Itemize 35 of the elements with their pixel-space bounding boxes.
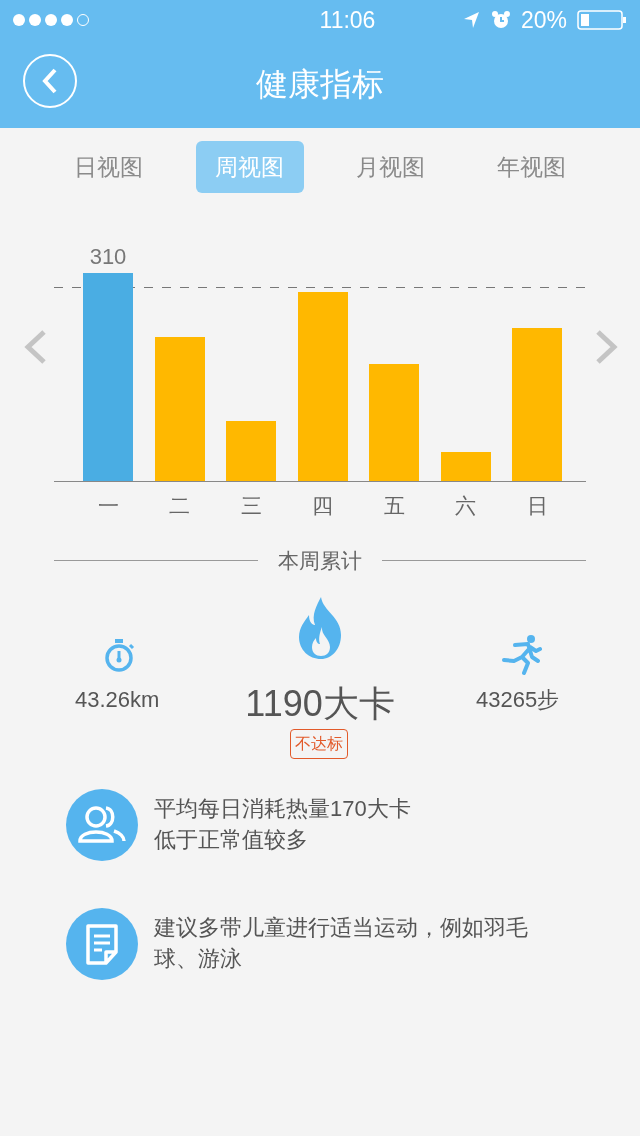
day-label: 六 bbox=[454, 493, 477, 519]
section-heading: 本周累计 bbox=[277, 548, 363, 574]
document-icon bbox=[66, 907, 138, 980]
view-tab[interactable]: 月视图 bbox=[336, 141, 445, 193]
battery-percent: 20% bbox=[520, 5, 567, 35]
calories-value: 1190大卡 bbox=[245, 681, 395, 726]
day-label: 五 bbox=[382, 493, 406, 519]
running-person-icon bbox=[502, 634, 542, 675]
page-title: 健康指标 bbox=[256, 65, 384, 104]
day-label: 一 bbox=[96, 493, 120, 519]
bar-value-label: 310 bbox=[88, 243, 128, 271]
next-week-button[interactable] bbox=[594, 330, 618, 364]
day-label: 日 bbox=[525, 493, 549, 519]
chevron-right-icon bbox=[594, 330, 618, 364]
tip-text: 建议多带儿童进行适当运动，例如羽毛球、游泳 bbox=[154, 913, 529, 973]
alarm-clock-icon bbox=[490, 10, 511, 30]
flame-icon bbox=[297, 596, 343, 659]
chevron-left-icon bbox=[41, 68, 59, 94]
day-label: 四 bbox=[311, 493, 334, 519]
people-icon bbox=[66, 788, 138, 861]
stopwatch-icon bbox=[104, 638, 135, 672]
view-tab[interactable]: 日视图 bbox=[54, 141, 163, 193]
day-label: 三 bbox=[239, 493, 263, 519]
view-tab[interactable]: 年视图 bbox=[477, 141, 586, 193]
chevron-left-icon bbox=[24, 330, 48, 364]
steps-value: 43265步 bbox=[476, 685, 560, 714]
battery-icon bbox=[577, 10, 627, 30]
tip-text: 平均每日消耗热量170大卡 低于正常值较多 bbox=[154, 794, 412, 854]
clock-time: 11:06 bbox=[318, 5, 377, 35]
status-badge: 不达标 bbox=[290, 728, 348, 759]
day-label: 二 bbox=[168, 493, 191, 519]
distance-value: 43.26km bbox=[75, 685, 160, 714]
back-button[interactable] bbox=[23, 54, 77, 108]
previous-week-button[interactable] bbox=[24, 330, 48, 364]
view-tab[interactable]: 周视图 bbox=[195, 141, 304, 193]
